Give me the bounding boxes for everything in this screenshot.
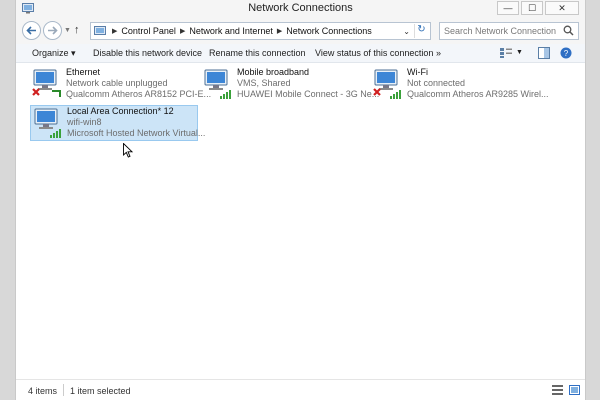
status-divider (63, 384, 64, 396)
window-controls: — ☐ ✕ (497, 1, 579, 15)
command-bar: Organize ▾ Disable this network device R… (16, 44, 585, 63)
close-button[interactable]: ✕ (545, 1, 579, 15)
explorer-window: Network Connections — ☐ ✕ ▼ ↑ ▶ Control … (15, 0, 586, 400)
breadcrumb-separator-icon[interactable]: ▶ (180, 27, 185, 35)
status-bar: 4 items 1 item selected (16, 379, 585, 400)
forward-arrow-icon (48, 26, 58, 35)
help-icon[interactable]: ? (560, 47, 572, 59)
search-input[interactable] (444, 26, 556, 36)
recent-locations-chevron-icon[interactable]: ▼ (64, 27, 71, 34)
breadcrumb-network-and-internet[interactable]: Network and Internet (189, 26, 273, 36)
breadcrumb-separator-icon[interactable]: ▶ (112, 27, 117, 35)
navigation-bar: ▼ ↑ ▶ Control Panel ▶ Network and Intern… (16, 18, 585, 44)
breadcrumb-separator-icon[interactable]: ▶ (277, 27, 282, 35)
search-icon[interactable] (563, 25, 574, 36)
connection-device: Microsoft Hosted Network Virtual... (67, 128, 206, 138)
change-view-icon[interactable] (499, 47, 513, 59)
large-icons-view-icon[interactable] (569, 385, 580, 395)
mobile-broadband-icon (201, 67, 235, 101)
connection-name: Ethernet (66, 67, 101, 77)
title-bar: Network Connections — ☐ ✕ (16, 0, 585, 18)
connections-list: Ethernet Network cable unplugged Qualcom… (16, 63, 585, 379)
connection-name: Mobile broadband (237, 67, 310, 77)
disable-device-button[interactable]: Disable this network device (93, 48, 202, 58)
connection-status: Not connected (407, 78, 466, 88)
control-panel-icon (94, 25, 106, 35)
ethernet-disconnected-icon (30, 67, 64, 101)
minimize-button[interactable]: — (497, 1, 519, 15)
refresh-icon[interactable]: ↻ (414, 24, 428, 38)
connection-name: Local Area Connection* 12 (67, 106, 174, 116)
details-view-icon[interactable] (552, 385, 563, 395)
item-count: 4 items (28, 386, 58, 396)
view-status-button[interactable]: View status of this connection (315, 48, 433, 58)
more-commands-button[interactable]: » (436, 48, 441, 58)
connection-item-ethernet[interactable]: Ethernet Network cable unplugged Qualcom… (30, 67, 211, 103)
connection-item-wifi[interactable]: Wi-Fi Not connected Qualcomm Atheros AR9… (371, 67, 571, 103)
forward-button[interactable] (43, 21, 62, 40)
preview-pane-icon[interactable] (538, 47, 550, 59)
connection-status: VMS, Shared (237, 78, 291, 88)
back-arrow-icon (26, 26, 36, 35)
hosted-network-icon (31, 106, 65, 140)
organize-menu-button[interactable]: Organize ▾ (32, 48, 76, 59)
search-box[interactable] (439, 22, 579, 40)
address-dropdown-chevron-icon[interactable]: ⌄ (403, 27, 410, 36)
rename-connection-button[interactable]: Rename this connection (209, 48, 306, 58)
view-options-chevron-icon[interactable]: ▼ (516, 49, 523, 56)
connection-item-local-area-connection[interactable]: Local Area Connection* 12 wifi-win8 Micr… (30, 105, 205, 141)
address-bar[interactable]: ▶ Control Panel ▶ Network and Internet ▶… (90, 22, 431, 40)
breadcrumb-network-connections[interactable]: Network Connections (286, 26, 372, 36)
svg-text:?: ? (564, 49, 569, 58)
selection-count: 1 item selected (70, 386, 131, 396)
back-button[interactable] (22, 21, 41, 40)
connection-device: Qualcomm Atheros AR8152 PCI-E... (66, 89, 212, 99)
wifi-disconnected-icon (371, 67, 405, 101)
connection-device: HUAWEI Mobile Connect - 3G Ne... (237, 89, 380, 99)
connection-status: Network cable unplugged (66, 78, 168, 88)
connection-status: wifi-win8 (67, 117, 102, 127)
connection-name: Wi-Fi (407, 67, 428, 77)
mouse-cursor-icon (123, 143, 133, 158)
connection-item-mobile-broadband[interactable]: Mobile broadband VMS, Shared HUAWEI Mobi… (201, 67, 379, 103)
maximize-button[interactable]: ☐ (521, 1, 543, 15)
connection-device: Qualcomm Atheros AR9285 Wirel... (407, 89, 549, 99)
breadcrumb-control-panel[interactable]: Control Panel (121, 26, 176, 36)
up-arrow-icon[interactable]: ↑ (74, 24, 80, 36)
